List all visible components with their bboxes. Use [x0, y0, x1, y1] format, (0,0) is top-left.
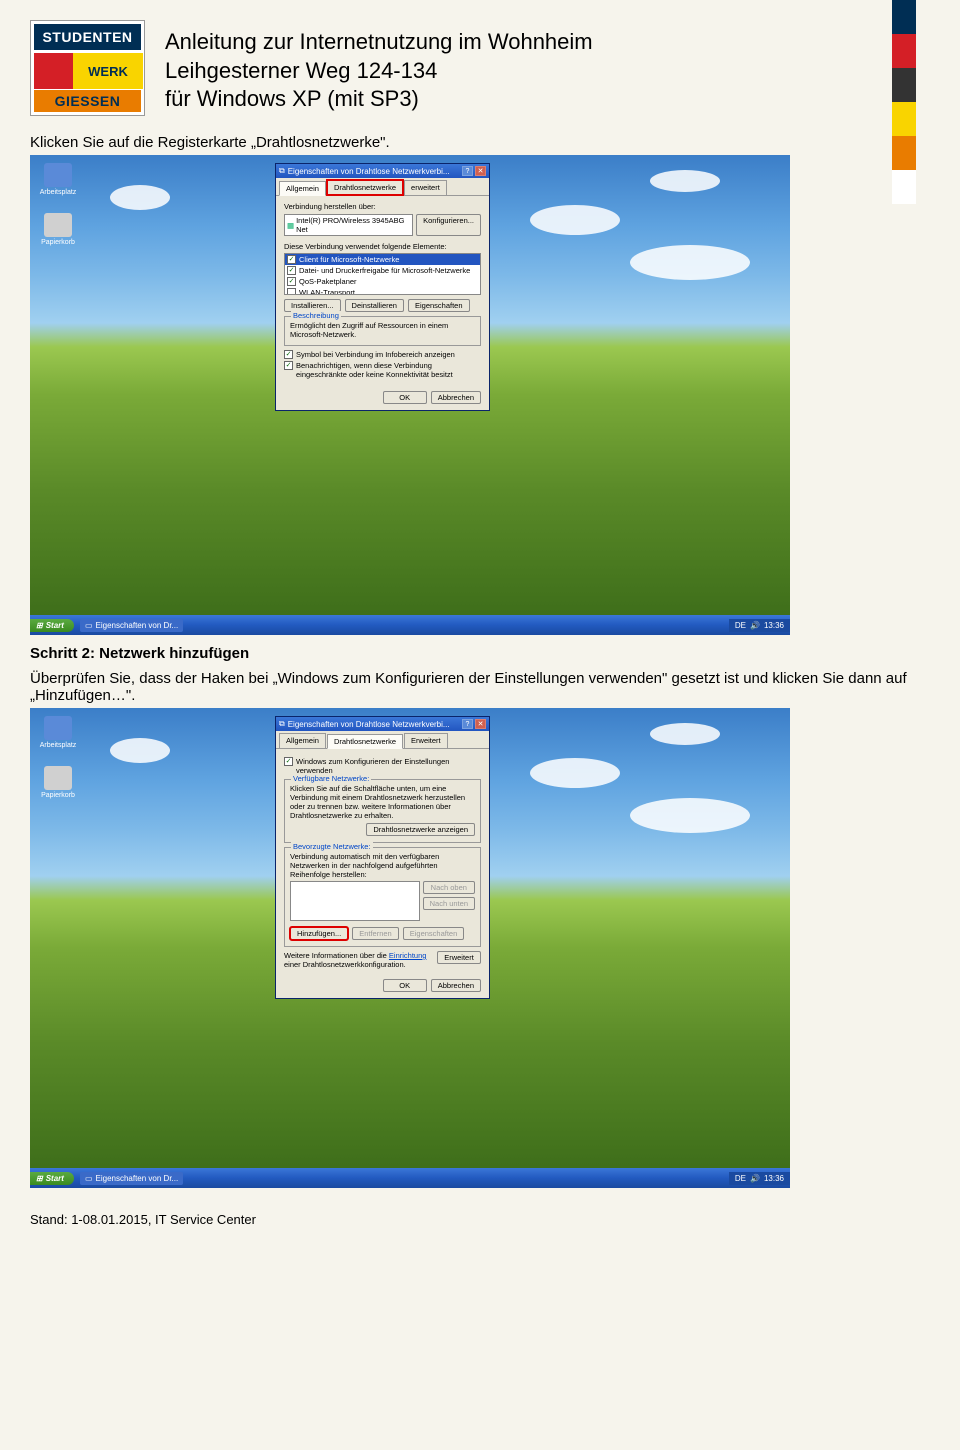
header: STUDENTEN WERK GIESSEN Anleitung zur Int… — [30, 20, 920, 116]
elements-list[interactable]: ✓Client für Microsoft-Netzwerke ✓Datei- … — [284, 253, 481, 295]
remove-button[interactable]: Entfernen — [352, 927, 399, 940]
configure-button[interactable]: Konfigurieren... — [416, 214, 481, 236]
tab-allgemein[interactable]: Allgemein — [279, 181, 326, 196]
wifi-icon: ⧉ — [279, 719, 285, 729]
close-icon[interactable]: ✕ — [475, 166, 486, 176]
cancel-button[interactable]: Abbrechen — [431, 979, 481, 992]
preferred-list[interactable] — [290, 881, 420, 921]
desktop-icon-arbeitsplatz[interactable]: Arbeitsplatz — [36, 163, 80, 196]
properties-button[interactable]: Eigenschaften — [408, 299, 470, 312]
tab-drahtlosnetzwerke[interactable]: Drahtlosnetzwerke — [327, 180, 403, 195]
start-button[interactable]: ⊞Start — [30, 1172, 74, 1185]
advanced-button[interactable]: Erweitert — [437, 951, 481, 964]
taskbar-item[interactable]: ▭Eigenschaften von Dr... — [80, 1172, 183, 1185]
checkbox-windows-configure[interactable]: ✓Windows zum Konfigurieren der Einstellu… — [284, 757, 481, 775]
tab-erweitert[interactable]: erweitert — [404, 180, 447, 195]
logo-text-mid: WERK — [73, 53, 143, 89]
step-2-heading: Schritt 2: Netzwerk hinzufügen — [30, 645, 920, 662]
title-line-2: Leihgesterner Weg 124-134 — [165, 57, 593, 86]
preferred-text: Verbindung automatisch mit den verfügbar… — [290, 852, 475, 879]
dialog-title: Eigenschaften von Drahtlose Netzwerkverb… — [288, 167, 450, 176]
desktop-icon-papierkorb[interactable]: Papierkorb — [36, 213, 80, 246]
system-tray[interactable]: DE🔊13:36 — [729, 1172, 790, 1185]
available-networks-group: Verfügbare Netzwerke: Klicken Sie auf di… — [284, 779, 481, 843]
color-stripes — [892, 0, 916, 204]
dialog-properties: ⧉ Eigenschaften von Drahtlose Netzwerkve… — [275, 163, 490, 411]
desktop-icon-arbeitsplatz[interactable]: Arbeitsplatz — [36, 716, 80, 749]
page-title: Anleitung zur Internetnutzung im Wohnhei… — [165, 20, 593, 114]
network-icon: ▦ — [287, 221, 294, 230]
taskbar-item[interactable]: ▭Eigenschaften von Dr... — [80, 619, 183, 632]
dialog-title: Eigenschaften von Drahtlose Netzwerkverb… — [288, 720, 450, 729]
add-button[interactable]: Hinzufügen... — [290, 927, 348, 940]
desktop-icon-papierkorb[interactable]: Papierkorb — [36, 766, 80, 799]
description-text: Ermöglicht den Zugriff auf Ressourcen in… — [290, 321, 475, 339]
windows-icon: ⊞ — [36, 1174, 43, 1183]
cancel-button[interactable]: Abbrechen — [431, 391, 481, 404]
move-up-button[interactable]: Nach oben — [423, 881, 475, 894]
start-button[interactable]: ⊞Start — [30, 619, 74, 632]
elements-label: Diese Verbindung verwendet folgende Elem… — [284, 242, 481, 251]
checkbox-tray-icon[interactable]: ✓Symbol bei Verbindung im Infobereich an… — [284, 350, 481, 359]
taskbar: ⊞Start ▭Eigenschaften von Dr... DE🔊13:36 — [30, 615, 790, 635]
help-icon[interactable]: ? — [462, 166, 473, 176]
connect-label: Verbindung herstellen über: — [284, 202, 481, 211]
move-down-button[interactable]: Nach unten — [423, 897, 475, 910]
preferred-networks-group: Bevorzugte Netzwerke: Verbindung automat… — [284, 847, 481, 947]
dialog-titlebar[interactable]: ⧉ Eigenschaften von Drahtlose Netzwerkve… — [276, 164, 489, 178]
info-text: Weitere Informationen über die Einrichtu… — [284, 951, 431, 969]
tab-allgemein[interactable]: Allgemein — [279, 733, 326, 748]
system-tray[interactable]: DE🔊13:36 — [729, 619, 790, 632]
tray-icon: 🔊 — [750, 621, 760, 630]
help-icon[interactable]: ? — [462, 719, 473, 729]
dialog-properties-2: ⧉ Eigenschaften von Drahtlose Netzwerkve… — [275, 716, 490, 999]
ok-button[interactable]: OK — [383, 391, 427, 404]
window-icon: ▭ — [85, 621, 93, 630]
desktop-icon-label: Papierkorb — [41, 239, 75, 246]
windows-icon: ⊞ — [36, 621, 43, 630]
ok-button[interactable]: OK — [383, 979, 427, 992]
checkbox-notify[interactable]: ✓Benachrichtigen, wenn diese Verbindung … — [284, 361, 481, 379]
intro-text: Klicken Sie auf die Registerkarte „Draht… — [30, 134, 920, 151]
tab-row: Allgemein Drahtlosnetzwerke Erweitert — [276, 731, 489, 749]
title-line-3: für Windows XP (mit SP3) — [165, 85, 593, 114]
dialog-titlebar[interactable]: ⧉ Eigenschaften von Drahtlose Netzwerkve… — [276, 717, 489, 731]
window-icon: ▭ — [85, 1174, 93, 1183]
adapter-field: ▦Intel(R) PRO/Wireless 3945ABG Net — [284, 214, 413, 236]
title-line-1: Anleitung zur Internetnutzung im Wohnhei… — [165, 28, 593, 57]
close-icon[interactable]: ✕ — [475, 719, 486, 729]
uninstall-button[interactable]: Deinstallieren — [345, 299, 404, 312]
available-text: Klicken Sie auf die Schaltfläche unten, … — [290, 784, 475, 820]
tab-erweitert[interactable]: Erweitert — [404, 733, 448, 748]
screenshot-1: Arbeitsplatz Papierkorb ⧉ Eigenschaften … — [30, 155, 790, 635]
tab-drahtlosnetzwerke[interactable]: Drahtlosnetzwerke — [327, 734, 403, 749]
screenshot-2: Arbeitsplatz Papierkorb ⧉ Eigenschaften … — [30, 708, 790, 1188]
logo-text-bot: GIESSEN — [34, 90, 141, 112]
page-footer: Stand: 1-08.01.2015, IT Service Center — [30, 1212, 920, 1227]
step-2-text: Überprüfen Sie, dass der Haken bei „Wind… — [30, 670, 920, 704]
description-group: Beschreibung Ermöglicht den Zugriff auf … — [284, 316, 481, 346]
tray-icon: 🔊 — [750, 1174, 760, 1183]
logo: STUDENTEN WERK GIESSEN — [30, 20, 145, 116]
tab-row: Allgemein Drahtlosnetzwerke erweitert — [276, 178, 489, 196]
logo-text-top: STUDENTEN — [34, 24, 141, 50]
wifi-icon: ⧉ — [279, 166, 285, 176]
show-networks-button[interactable]: Drahtlosnetzwerke anzeigen — [366, 823, 475, 836]
setup-link[interactable]: Einrichtung — [389, 951, 427, 960]
taskbar: ⊞Start ▭Eigenschaften von Dr... DE🔊13:36 — [30, 1168, 790, 1188]
desktop-icon-label: Arbeitsplatz — [40, 189, 77, 196]
properties-button[interactable]: Eigenschaften — [403, 927, 465, 940]
